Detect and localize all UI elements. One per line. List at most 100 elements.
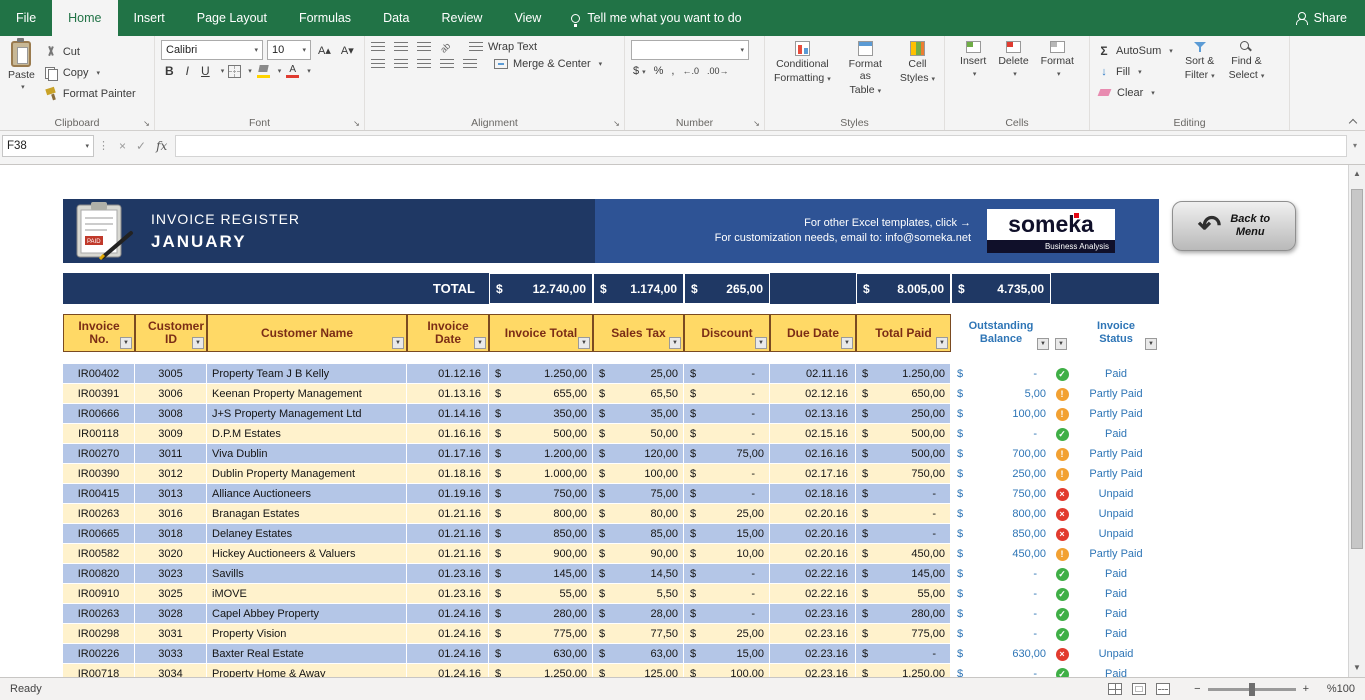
cell-invoice-no[interactable]: IR00226 — [63, 644, 135, 664]
cell-total-paid[interactable]: $500,00 — [856, 444, 951, 464]
cell-customer-name[interactable]: Capel Abbey Property — [207, 604, 407, 624]
cell-customer-id[interactable]: 3028 — [135, 604, 207, 624]
cell-invoice-no[interactable]: IR00118 — [63, 424, 135, 444]
column-header-status[interactable]: Invoice Status▼ — [1073, 314, 1159, 352]
cell-invoice-status[interactable]: Paid — [1073, 424, 1159, 444]
zoom-in-icon[interactable]: + — [1303, 683, 1309, 695]
cell-invoice-total[interactable]: $750,00 — [489, 484, 593, 504]
filter-button-disc[interactable]: ▼ — [755, 337, 767, 349]
cell-due-date[interactable]: 02.23.16 — [770, 604, 856, 624]
cell-invoice-total[interactable]: $800,00 — [489, 504, 593, 524]
decrease-decimal-button[interactable]: .00→ — [707, 66, 729, 76]
column-header-paid[interactable]: Total Paid▼ — [856, 314, 951, 352]
scroll-up-icon[interactable]: ▲ — [1349, 166, 1365, 182]
cell-invoice-total[interactable]: $500,00 — [489, 424, 593, 444]
cell-customer-id[interactable]: 3025 — [135, 584, 207, 604]
cell-status-icon[interactable]: ! — [1051, 384, 1073, 404]
fill-color-button[interactable] — [256, 65, 271, 78]
cell-outstanding-balance[interactable]: $800,00 — [951, 504, 1051, 524]
filter-button-name[interactable]: ▼ — [392, 337, 404, 349]
cell-invoice-status[interactable]: Partly Paid — [1073, 384, 1159, 404]
total-outstanding[interactable]: $4.735,00 — [951, 273, 1051, 304]
table-row[interactable]: IR002983031Property Vision01.24.16$775,0… — [63, 624, 1159, 644]
cell-styles-button[interactable]: Cell Styles▾ — [895, 39, 940, 114]
cell-total-paid[interactable]: $55,00 — [856, 584, 951, 604]
cell-sales-tax[interactable]: $120,00 — [593, 444, 684, 464]
cell-due-date[interactable]: 02.22.16 — [770, 564, 856, 584]
cell-status-icon[interactable]: ✓ — [1051, 424, 1073, 444]
shrink-font-button[interactable]: A▾ — [338, 43, 357, 58]
cell-invoice-no[interactable]: IR00718 — [63, 664, 135, 677]
cell-customer-name[interactable]: Dublin Property Management — [207, 464, 407, 484]
cell-customer-name[interactable]: iMOVE — [207, 584, 407, 604]
table-row[interactable]: IR005823020Hickey Auctioneers & Valuers0… — [63, 544, 1159, 564]
cell-invoice-no[interactable]: IR00263 — [63, 604, 135, 624]
cell-invoice-total[interactable]: $145,00 — [489, 564, 593, 584]
cell-discount[interactable]: $- — [684, 404, 770, 424]
cell-outstanding-balance[interactable]: $- — [951, 624, 1051, 644]
table-row[interactable]: IR003913006Keenan Property Management01.… — [63, 384, 1159, 404]
enter-icon[interactable]: ✓ — [136, 139, 146, 153]
cell-customer-id[interactable]: 3008 — [135, 404, 207, 424]
cell-due-date[interactable]: 02.15.16 — [770, 424, 856, 444]
cell-invoice-total[interactable]: $1.000,00 — [489, 464, 593, 484]
cell-total-paid[interactable]: $- — [856, 644, 951, 664]
cell-invoice-status[interactable]: Paid — [1073, 664, 1159, 677]
cell-invoice-status[interactable]: Partly Paid — [1073, 544, 1159, 564]
cell-customer-name[interactable]: Baxter Real Estate — [207, 644, 407, 664]
cell-invoice-status[interactable]: Unpaid — [1073, 524, 1159, 544]
dialog-launcher-icon[interactable]: ↘ — [611, 117, 622, 128]
column-header-name[interactable]: Customer Name▼ — [207, 314, 407, 352]
cell-invoice-total[interactable]: $1.250,00 — [489, 664, 593, 677]
table-row[interactable]: IR009103025iMOVE01.23.16$55,00$5,50$-02.… — [63, 584, 1159, 604]
table-row[interactable]: IR006653018Delaney Estates01.21.16$850,0… — [63, 524, 1159, 544]
cell-invoice-total[interactable]: $655,00 — [489, 384, 593, 404]
cell-discount[interactable]: $10,00 — [684, 544, 770, 564]
cell-status-icon[interactable]: ! — [1051, 404, 1073, 424]
cell-invoice-status[interactable]: Unpaid — [1073, 644, 1159, 664]
cell-customer-name[interactable]: Savills — [207, 564, 407, 584]
cell-customer-id[interactable]: 3012 — [135, 464, 207, 484]
font-color-button[interactable]: A — [285, 65, 300, 78]
cell-customer-name[interactable]: Delaney Estates — [207, 524, 407, 544]
align-center-icon[interactable] — [394, 59, 408, 69]
table-row[interactable]: IR004023005Property Team J B Kelly01.12.… — [63, 364, 1159, 384]
cell-customer-name[interactable]: Keenan Property Management — [207, 384, 407, 404]
cell-outstanding-balance[interactable]: $- — [951, 564, 1051, 584]
cell-discount[interactable]: $- — [684, 584, 770, 604]
cell-outstanding-balance[interactable]: $450,00 — [951, 544, 1051, 564]
cell-customer-id[interactable]: 3033 — [135, 644, 207, 664]
cell-discount[interactable]: $75,00 — [684, 444, 770, 464]
page-break-view-icon[interactable] — [1156, 683, 1170, 695]
cell-invoice-status[interactable]: Unpaid — [1073, 504, 1159, 524]
cell-discount[interactable]: $- — [684, 464, 770, 484]
table-row[interactable]: IR002703011Viva Dublin01.17.16$1.200,00$… — [63, 444, 1159, 464]
cell-due-date[interactable]: 02.13.16 — [770, 404, 856, 424]
cell-customer-id[interactable]: 3006 — [135, 384, 207, 404]
scroll-down-icon[interactable]: ▼ — [1349, 660, 1365, 676]
cell-discount[interactable]: $15,00 — [684, 644, 770, 664]
cell-status-icon[interactable]: ! — [1051, 444, 1073, 464]
cell-status-icon[interactable]: × — [1051, 644, 1073, 664]
wrap-text-button[interactable]: Wrap Text — [469, 41, 537, 53]
cell-invoice-no[interactable]: IR00391 — [63, 384, 135, 404]
cell-customer-id[interactable]: 3018 — [135, 524, 207, 544]
bold-button[interactable]: B — [161, 64, 178, 78]
total-invoice-total[interactable]: $12.740,00 — [489, 273, 593, 304]
cell-customer-name[interactable]: Viva Dublin — [207, 444, 407, 464]
paste-button[interactable]: Paste ▾ — [8, 39, 35, 114]
cell-invoice-date[interactable]: 01.24.16 — [407, 644, 489, 664]
insert-cells-button[interactable]: Insert ▾ — [955, 39, 991, 114]
column-header-tax[interactable]: Sales Tax▼ — [593, 314, 684, 352]
borders-button[interactable] — [228, 65, 241, 78]
cell-total-paid[interactable]: $450,00 — [856, 544, 951, 564]
cell-discount[interactable]: $- — [684, 384, 770, 404]
cell-invoice-total[interactable]: $1.200,00 — [489, 444, 593, 464]
back-to-menu-button[interactable]: ↶ Back to Menu — [1172, 201, 1296, 251]
filter-button-no[interactable]: ▼ — [120, 337, 132, 349]
table-row[interactable]: IR007183034Property Home & Away01.24.16$… — [63, 664, 1159, 677]
cell-total-paid[interactable]: $750,00 — [856, 464, 951, 484]
cell-status-icon[interactable]: × — [1051, 484, 1073, 504]
column-header-disc[interactable]: Discount▼ — [684, 314, 770, 352]
cell-discount[interactable]: $- — [684, 364, 770, 384]
